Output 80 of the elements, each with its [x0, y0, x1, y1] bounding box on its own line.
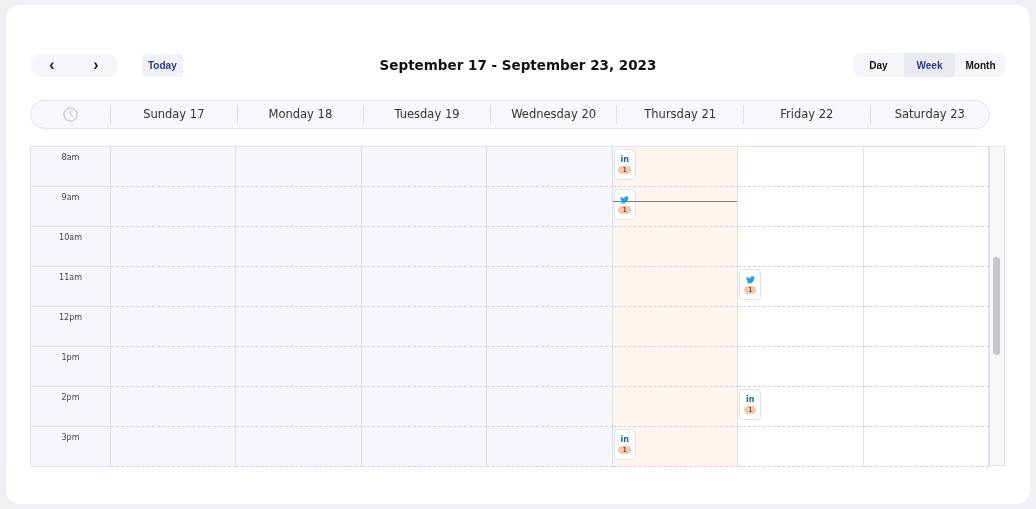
time-slot[interactable]: [738, 187, 864, 227]
time-slot[interactable]: [738, 347, 864, 387]
linkedin-icon: in: [620, 155, 629, 164]
day-heading: Thursday 21: [644, 107, 717, 121]
time-slot[interactable]: [236, 187, 362, 227]
next-button[interactable]: ›: [74, 53, 118, 77]
time-slot[interactable]: [487, 427, 613, 467]
time-slot[interactable]: [863, 267, 989, 307]
day-heading: Sunday 17: [143, 107, 205, 121]
day-heading: Monday 18: [268, 107, 333, 121]
scrollbar[interactable]: [989, 147, 1004, 465]
time-label: 3pm: [61, 433, 80, 442]
time-slot[interactable]: [487, 387, 613, 427]
time-label: 12pm: [58, 313, 83, 322]
time-slot[interactable]: [487, 307, 613, 347]
day-heading: Wednesday 20: [511, 107, 596, 121]
day-heading: Tuesday 19: [394, 107, 460, 121]
scrollbar-thumb[interactable]: [993, 257, 1000, 355]
time-slot[interactable]: [361, 347, 488, 387]
time-slot[interactable]: [487, 347, 613, 387]
time-slot[interactable]: [863, 307, 989, 347]
time-label: 1pm: [61, 353, 80, 362]
clock-icon: [63, 107, 78, 122]
time-slot[interactable]: [236, 227, 362, 267]
time-slot[interactable]: [738, 227, 864, 267]
time-slot[interactable]: [236, 347, 362, 387]
time-slot[interactable]: [236, 387, 362, 427]
time-slot[interactable]: [236, 267, 362, 307]
time-slot[interactable]: [361, 427, 488, 467]
time-slot[interactable]: [863, 147, 989, 187]
time-slot[interactable]: [111, 267, 237, 307]
time-slot[interactable]: [738, 307, 864, 347]
day-heading: Friday 22: [780, 107, 834, 121]
time-slot[interactable]: [487, 147, 613, 187]
time-slot[interactable]: [863, 187, 989, 227]
time-slot[interactable]: [863, 427, 989, 467]
time-slot[interactable]: [487, 227, 613, 267]
today-button[interactable]: Today: [142, 53, 183, 77]
previous-button[interactable]: ‹: [30, 53, 74, 77]
day-heading: Saturday 23: [894, 107, 965, 121]
time-slot[interactable]: [111, 147, 237, 187]
linkedin-icon: in: [745, 395, 755, 404]
linkedin-icon: in: [620, 435, 629, 444]
time-slot[interactable]: [738, 427, 864, 467]
view-tab[interactable]: Month: [955, 53, 1006, 77]
time-slot[interactable]: [111, 227, 237, 267]
time-slot[interactable]: [863, 347, 989, 387]
time-label: 2pm: [61, 393, 80, 402]
time-label: 8am: [61, 153, 80, 162]
time-slot[interactable]: [111, 347, 237, 387]
time-slot[interactable]: [111, 387, 237, 427]
time-slot[interactable]: [863, 387, 989, 427]
time-slot[interactable]: [612, 307, 739, 347]
time-label: 10am: [59, 233, 82, 242]
time-slot[interactable]: [236, 427, 362, 467]
time-slot[interactable]: [236, 147, 362, 187]
time-slot[interactable]: [487, 267, 613, 307]
time-slot[interactable]: [612, 267, 739, 307]
time-slot[interactable]: [111, 427, 237, 467]
time-slot[interactable]: [361, 187, 488, 227]
time-slot[interactable]: [236, 307, 362, 347]
time-slot[interactable]: [487, 187, 613, 227]
time-slot[interactable]: [612, 347, 739, 387]
date-range-title: September 17 - September 23, 2023: [379, 57, 657, 73]
view-tab[interactable]: Week: [904, 53, 955, 77]
time-slot[interactable]: [361, 227, 488, 267]
bird-icon: [745, 275, 755, 284]
time-slot[interactable]: [738, 147, 864, 187]
time-slot[interactable]: [111, 187, 237, 227]
time-label: 11am: [59, 273, 82, 282]
time-slot[interactable]: [863, 227, 989, 267]
time-slot[interactable]: [361, 267, 488, 307]
time-slot[interactable]: [612, 227, 739, 267]
time-label: 9am: [61, 193, 80, 202]
time-slot[interactable]: [361, 387, 488, 427]
time-slot[interactable]: [361, 147, 488, 187]
time-slot[interactable]: [361, 307, 488, 347]
time-slot[interactable]: [111, 307, 237, 347]
time-slot[interactable]: [612, 387, 739, 427]
view-tab[interactable]: Day: [853, 53, 904, 77]
